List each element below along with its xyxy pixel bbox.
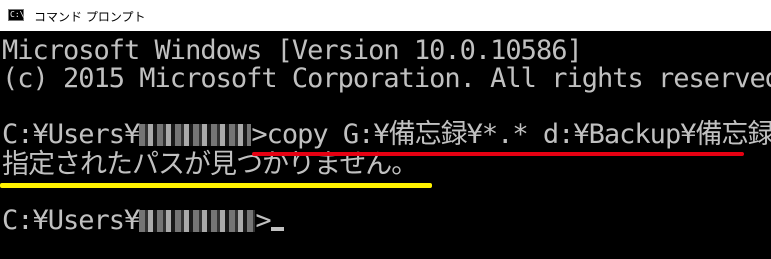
prompt-prefix: C:¥Users¥ — [2, 119, 140, 150]
console-line-prompt: C:¥Users¥ > — [2, 207, 284, 235]
command-highlight-underline — [252, 152, 744, 156]
console-line-command: C:¥Users¥ >copy G:¥備忘録¥*.* d:¥Backup¥備忘録 — [2, 121, 771, 149]
command-prompt-window: C:\ コマンド プロンプト Microsoft Windows [Versio… — [0, 0, 771, 259]
console-line-copyright: (c) 2015 Microsoft Corporation. All righ… — [2, 63, 771, 94]
redacted-username — [139, 124, 252, 146]
console-area[interactable]: Microsoft Windows [Version 10.0.10586] (… — [0, 31, 771, 259]
window-title: コマンド プロンプト — [34, 10, 146, 24]
prompt-prefix-2: C:¥Users¥ — [2, 205, 140, 236]
text-cursor — [270, 227, 284, 231]
console-line-version: Microsoft Windows [Version 10.0.10586] — [2, 35, 583, 66]
command-text: copy G:¥備忘録¥*.* d:¥Backup¥備忘録 — [266, 119, 771, 150]
redacted-username-2 — [139, 210, 256, 232]
prompt-suffix: > — [251, 119, 267, 150]
prompt-suffix-2: > — [255, 205, 271, 236]
error-highlight-underline — [0, 183, 432, 188]
title-bar[interactable]: C:\ コマンド プロンプト — [0, 0, 771, 31]
console-icon: C:\ — [8, 9, 25, 21]
